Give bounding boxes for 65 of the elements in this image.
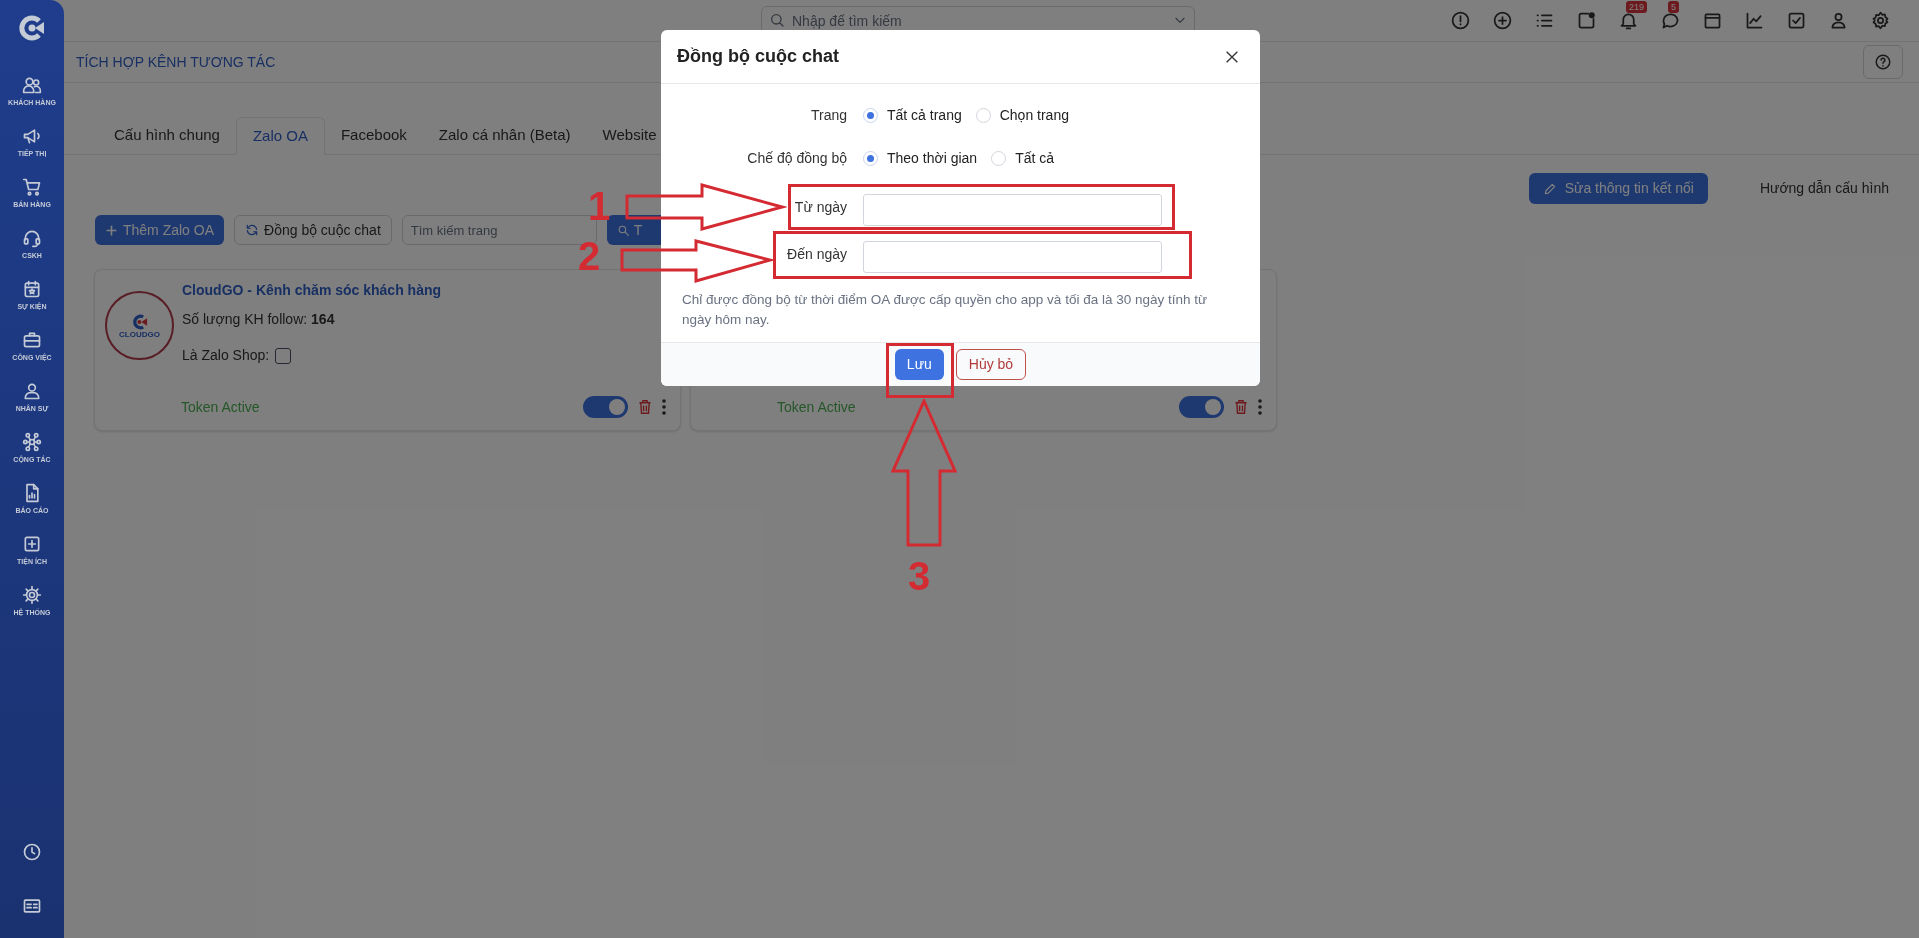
cart-icon[interactable] [22, 177, 42, 197]
person-icon[interactable] [22, 381, 42, 401]
radio-label: Chọn trang [999, 106, 1069, 125]
network-icon[interactable] [22, 432, 42, 452]
date-field[interactable] [863, 241, 1162, 273]
count-badge: 219 [1626, 1, 1648, 13]
channel-title-link[interactable]: CloudGO - Kênh chăm sóc khách hàng [182, 280, 442, 300]
trash-icon[interactable] [1234, 399, 1248, 415]
tab[interactable]: Zalo OA [235, 117, 325, 155]
trash-icon[interactable] [638, 399, 652, 415]
logo-text: CLOUDGO [119, 330, 160, 339]
square-dot-icon[interactable] [1576, 10, 1597, 31]
tab[interactable]: Cấu hình chung [98, 116, 236, 154]
headset-icon[interactable] [22, 228, 42, 248]
dialog-title: Đồng bộ cuộc chat [677, 45, 839, 68]
cancel-button[interactable]: Hủy bỏ [955, 349, 1027, 380]
plus-icon [105, 223, 118, 237]
toggle-switch[interactable] [1179, 396, 1224, 418]
follower-count: Số lượng KH follow: 164 [182, 310, 336, 329]
id-card-icon[interactable] [22, 896, 42, 916]
field-label: Đến ngày [786, 245, 847, 264]
radio-label: Tất cả trang [887, 106, 962, 125]
chat-icon[interactable] [1660, 10, 1681, 31]
radio-label: Tất cả [1015, 149, 1055, 168]
search-icon [769, 12, 785, 28]
token-status: Token Active [181, 397, 260, 417]
tab[interactable]: Website [586, 116, 673, 154]
count-badge: 5 [1668, 1, 1679, 13]
token-status: Token Active [777, 397, 856, 417]
checkbox[interactable] [275, 347, 292, 364]
field-label: Từ ngày [793, 198, 847, 217]
help-icon [1874, 53, 1892, 71]
tab[interactable]: Facebook [324, 116, 423, 154]
field-label: Chế độ đồng bộ [746, 149, 847, 168]
alert-icon[interactable] [1450, 10, 1471, 31]
save-button[interactable]: Lưu [894, 349, 944, 380]
check-square-icon[interactable] [1786, 10, 1807, 31]
plus-circle-icon[interactable] [1492, 10, 1513, 31]
date-field[interactable] [863, 194, 1162, 226]
briefcase-icon[interactable] [22, 330, 42, 350]
sync-button[interactable]: Đồng bộ cuộc chat [234, 215, 392, 245]
zalo-shop-label: Là Zalo Shop: [182, 346, 270, 365]
more-icon[interactable] [1258, 399, 1262, 415]
help-text: Chỉ được đồng bộ từ thời điểm OA được cấp quyền cho app và tối đa là 30 ngày tính từ ngày hôm nay. [682, 291, 1208, 329]
field-label: Trang [809, 106, 847, 125]
toggle-switch[interactable] [583, 396, 628, 418]
help-button[interactable] [1863, 45, 1903, 79]
pencil-icon [1542, 181, 1557, 196]
user-group-icon[interactable] [22, 75, 42, 95]
more-icon[interactable] [662, 399, 666, 415]
logo-icon[interactable] [17, 13, 47, 43]
search-icon [616, 223, 630, 237]
plus-square-icon[interactable] [22, 534, 42, 554]
radio-label: Theo thời gian [887, 149, 978, 168]
step-number: 3 [908, 556, 931, 596]
page-title: TÍCH HỢP KÊNH TƯƠNG TÁC [76, 52, 276, 72]
settings-icon[interactable] [1870, 10, 1891, 31]
line-chart-icon[interactable] [1744, 10, 1765, 31]
guide-link[interactable]: Hướng dẫn cấu hình [1759, 178, 1889, 199]
clock-icon[interactable] [22, 842, 42, 862]
megaphone-icon[interactable] [22, 126, 42, 146]
refresh-icon [245, 223, 260, 237]
settings-icon[interactable] [22, 585, 42, 605]
tab[interactable]: Zalo cá nhân (Beta) [422, 116, 587, 154]
highlight-box [886, 343, 954, 398]
